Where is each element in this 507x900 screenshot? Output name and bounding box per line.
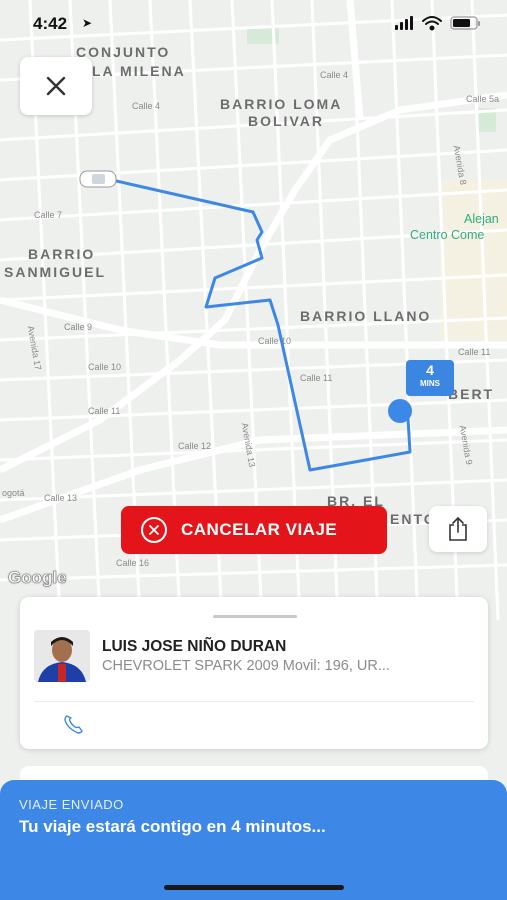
eta-value: 4 — [426, 362, 434, 378]
status-time: 4:42 — [33, 14, 68, 33]
driver-name: LUIS JOSE NIÑO DURAN — [102, 638, 287, 655]
driver-avatar — [34, 630, 90, 682]
map-label-bolivar: BOLIVAR — [248, 113, 324, 129]
trip-status-banner: VIAJE ENVIADO Tu viaje estará contigo en… — [0, 780, 507, 900]
street-label: Calle 11 — [88, 406, 121, 416]
trip-message: Tu viaje estará contigo en 4 minutos... — [19, 817, 326, 836]
status-icons — [395, 14, 485, 37]
close-button[interactable] — [20, 57, 92, 115]
cancel-circle-icon — [141, 517, 167, 543]
street-label: Calle 4 — [320, 70, 349, 80]
map-label-centro: Centro Come — [410, 228, 485, 242]
street-label: Calle 11 — [458, 347, 491, 357]
map-label-barrio: BARRIO — [28, 246, 96, 262]
trip-status: VIAJE ENVIADO — [19, 797, 124, 812]
street-label: Calle 5a — [466, 94, 500, 104]
street-label: Calle 13 — [44, 493, 78, 503]
street-label: Calle 10 — [88, 362, 122, 372]
street-label: Calle 10 — [258, 336, 292, 346]
google-attribution: Google — [8, 568, 67, 588]
drag-handle[interactable] — [213, 615, 297, 618]
cellular-signal-icon — [395, 16, 413, 30]
driver-card: LUIS JOSE NIÑO DURAN CHEVROLET SPARK 200… — [20, 597, 488, 749]
cancel-trip-button[interactable]: CANCELAR VIAJE — [121, 506, 387, 554]
wifi-icon — [422, 16, 442, 31]
phone-icon — [64, 715, 83, 734]
battery-icon — [450, 16, 480, 30]
street-label: Calle 9 — [64, 322, 93, 332]
divider — [34, 701, 474, 702]
map-label-libertad: BERT — [448, 386, 495, 402]
eta-badge: 4 MINS — [406, 360, 454, 396]
street-label: Calle 16 — [116, 558, 150, 568]
status-bar: 4:42 ➤ — [0, 0, 507, 46]
call-driver-button[interactable] — [62, 714, 84, 741]
cancel-trip-label: CANCELAR VIAJE — [181, 520, 338, 539]
map-label-loma: BARRIO LOMA — [220, 96, 343, 112]
map-label-conjunto: CONJUNTO — [76, 44, 171, 60]
map-label-alejan: Alejan — [464, 212, 499, 226]
map-label-llano: BARRIO LLANO — [300, 308, 432, 324]
home-indicator — [164, 885, 344, 890]
street-label: Calle 7 — [34, 210, 63, 220]
map-label-sanmiguel: SANMIGUEL — [4, 264, 106, 280]
eta-unit: MINS — [420, 379, 440, 388]
close-icon — [46, 76, 66, 96]
map-label-milena: LA MILENA — [92, 63, 186, 79]
vehicle-info: CHEVROLET SPARK 2009 Movil: 196, UR... — [102, 658, 390, 674]
share-button[interactable] — [429, 506, 487, 552]
street-label: Calle 4 — [132, 101, 161, 111]
share-icon — [449, 516, 467, 541]
street-label: Calle 12 — [178, 441, 212, 451]
street-label: ogotá — [2, 488, 25, 498]
car-icon — [79, 170, 117, 188]
location-arrow-icon: ➤ — [82, 16, 93, 30]
street-label: Calle 11 — [300, 373, 333, 383]
